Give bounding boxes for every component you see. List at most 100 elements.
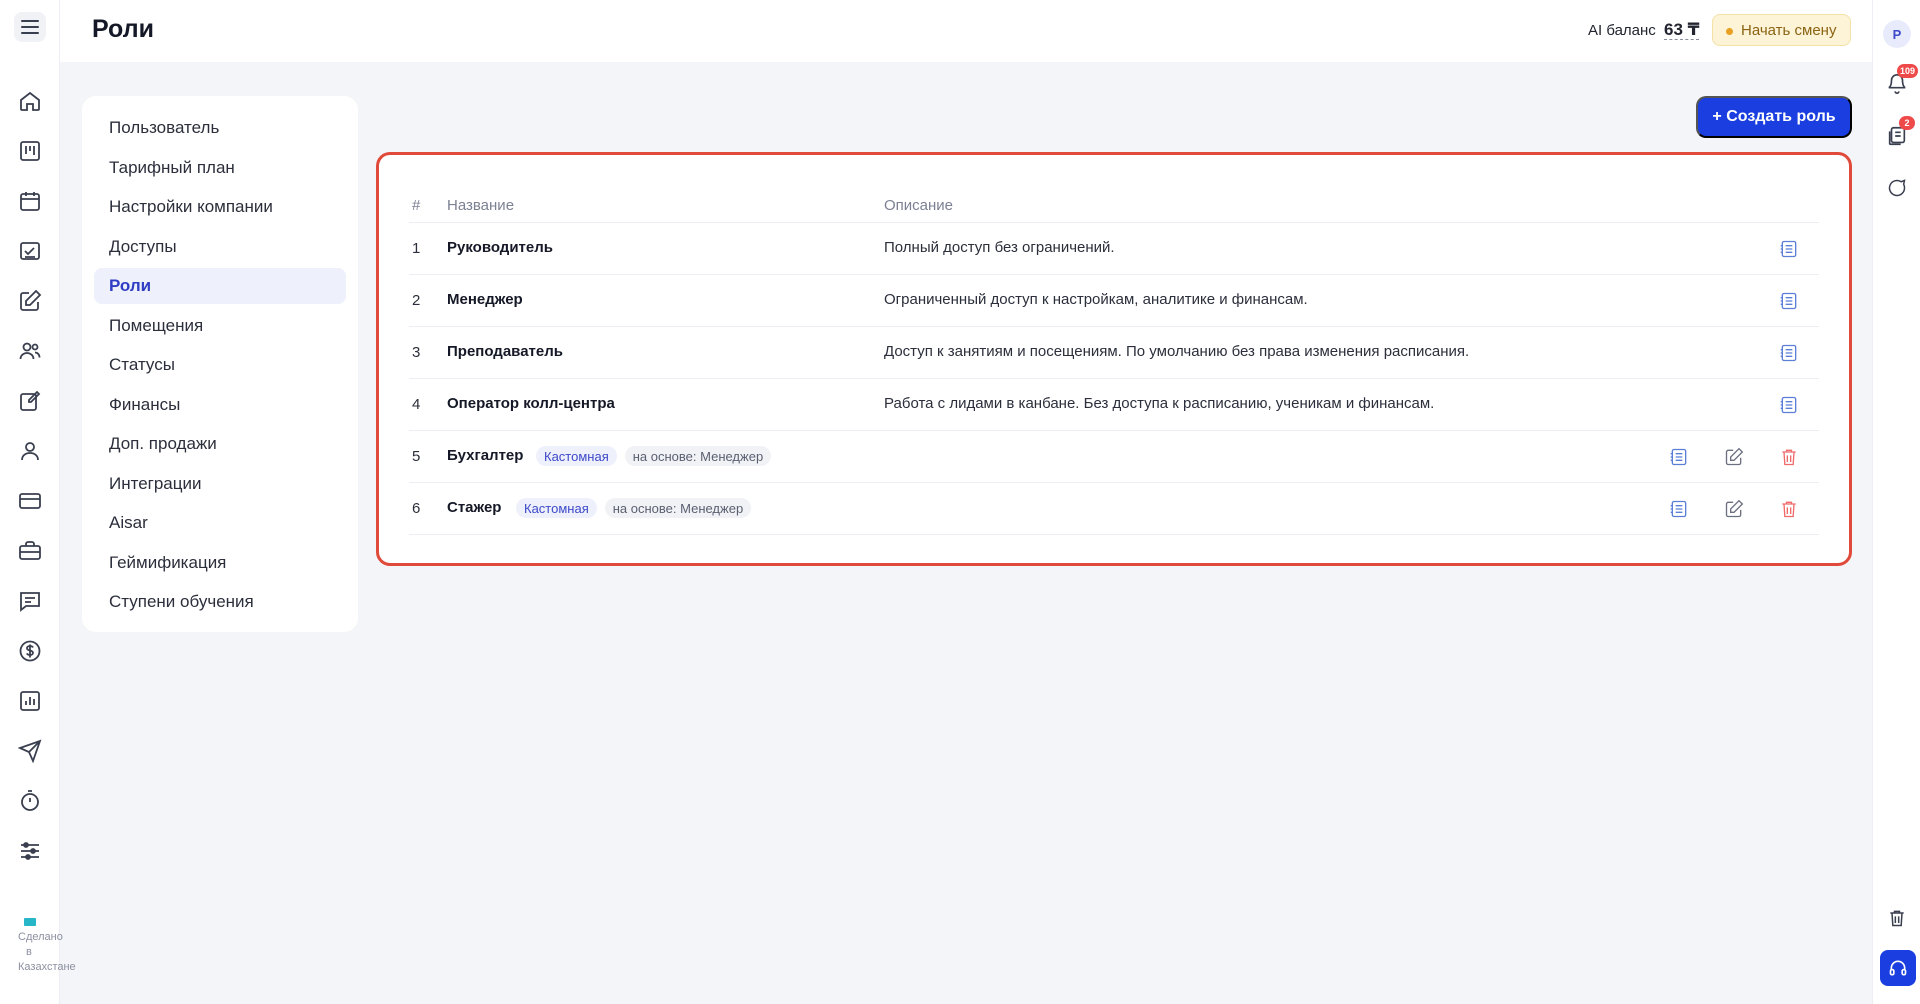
nav-tasks[interactable]: [15, 236, 45, 266]
create-role-button[interactable]: + Создать роль: [1696, 96, 1852, 138]
users-icon: [19, 342, 41, 360]
role-description: Полный доступ без ограничений.: [884, 239, 1115, 256]
nav-analytics[interactable]: [15, 686, 45, 716]
view-role-button[interactable]: [1777, 393, 1801, 417]
role-name: Преподаватель: [447, 343, 563, 360]
column-header-description: Описание: [884, 197, 954, 214]
start-shift-label: Начать смену: [1741, 21, 1837, 39]
bar-chart-icon: [20, 691, 40, 711]
home-icon: [20, 91, 40, 111]
column-header-number: #: [412, 197, 421, 214]
settings-item-integrations[interactable]: Интеграции: [94, 466, 346, 502]
settings-item-learning-levels[interactable]: Ступени обучения: [94, 584, 346, 620]
chat-button[interactable]: [1885, 176, 1909, 200]
ai-balance-value[interactable]: 63 ₸: [1663, 20, 1700, 40]
send-icon: [18, 739, 42, 763]
view-role-button[interactable]: [1777, 289, 1801, 313]
nav-mailing[interactable]: [15, 736, 45, 766]
row-number: 6: [412, 500, 421, 517]
start-shift-button[interactable]: Начать смену: [1712, 14, 1852, 46]
tasks-button[interactable]: 2: [1885, 116, 1915, 148]
list-view-icon: [1780, 292, 1797, 310]
nav-journal[interactable]: [15, 386, 45, 416]
settings-item-tariff[interactable]: Тарифный план: [94, 150, 346, 186]
app-root: Сделано в Казахстане Роли AI баланс 63 ₸…: [0, 0, 1920, 1004]
settings-item-company[interactable]: Настройки компании: [94, 189, 346, 225]
nav-timer[interactable]: [15, 786, 45, 816]
nav-profile[interactable]: [15, 436, 45, 466]
dollar-icon: [19, 640, 41, 662]
settings-menu: Пользователь Тарифный план Настройки ком…: [82, 96, 358, 632]
table-row: 4 Оператор колл-центра Работа с лидами в…: [409, 379, 1819, 431]
made-in-kazakhstan: Сделано в Казахстане: [18, 918, 88, 975]
support-button[interactable]: [1880, 950, 1916, 986]
nav-notes[interactable]: [15, 286, 45, 316]
list-view-icon: [1780, 396, 1797, 414]
left-nav-rail: Сделано в Казахстане: [0, 0, 76, 1004]
edit-role-button[interactable]: [1722, 497, 1746, 521]
trash-icon: [1782, 449, 1796, 466]
role-tags: Кастомная на основе: Менеджер: [516, 498, 752, 518]
role-description: Доступ к занятиям и посещениям. По умолч…: [884, 343, 1470, 360]
sliders-icon: [21, 842, 39, 860]
role-tags: Кастомная на основе: Менеджер: [536, 446, 772, 466]
calendar-icon: [20, 192, 40, 211]
credit-card-icon: [19, 493, 41, 509]
pencil-square-icon: [20, 390, 41, 411]
settings-item-extra-sales[interactable]: Доп. продажи: [94, 426, 346, 462]
table-row: 5 Бухгалтер Кастомная на основе: Менедже…: [409, 431, 1819, 483]
row-number: 2: [412, 292, 421, 309]
settings-item-aisar[interactable]: Aisar: [94, 505, 346, 541]
kazakhstan-flag-icon: [24, 918, 36, 926]
ai-balance-label: AI баланс: [1588, 22, 1656, 39]
delete-role-button[interactable]: [1777, 445, 1801, 469]
tasks-count-badge: 2: [1899, 116, 1915, 130]
nav-home[interactable]: [15, 86, 45, 116]
nav-finance[interactable]: [15, 636, 45, 666]
settings-item-statuses[interactable]: Статусы: [94, 347, 346, 383]
nav-settings[interactable]: [15, 836, 45, 866]
role-name: Оператор колл-центра: [447, 395, 615, 412]
settings-item-rooms[interactable]: Помещения: [94, 308, 346, 344]
settings-item-user[interactable]: Пользователь: [94, 110, 346, 146]
notifications-count-badge: 109: [1897, 64, 1919, 78]
row-number: 1: [412, 240, 421, 257]
table-row: 6 Стажер Кастомная на основе: Менеджер: [409, 483, 1819, 535]
page-title: Роли: [92, 15, 154, 43]
nav-groups[interactable]: [15, 336, 45, 366]
nav-payments[interactable]: [15, 486, 45, 516]
settings-item-finance[interactable]: Финансы: [94, 387, 346, 423]
kanban-icon: [20, 141, 40, 161]
avatar[interactable]: Р: [1883, 20, 1911, 48]
role-name: Стажер: [447, 499, 502, 516]
trash-icon: [1782, 501, 1796, 518]
trash-button[interactable]: [1885, 906, 1909, 930]
role-name: Бухгалтер: [447, 447, 524, 464]
hamburger-icon: [21, 20, 39, 34]
settings-item-gamification[interactable]: Геймификация: [94, 545, 346, 581]
notifications-button[interactable]: 109: [1885, 64, 1919, 96]
edit-role-button[interactable]: [1722, 445, 1746, 469]
row-number: 3: [412, 344, 421, 361]
view-role-button[interactable]: [1667, 445, 1691, 469]
view-role-button[interactable]: [1777, 341, 1801, 365]
nav-messages[interactable]: [15, 586, 45, 616]
menu-toggle-button[interactable]: [14, 12, 46, 42]
delete-role-button[interactable]: [1777, 497, 1801, 521]
view-role-button[interactable]: [1777, 237, 1801, 261]
made-in-line: Сделано: [18, 931, 63, 943]
user-icon: [21, 442, 39, 461]
role-name: Руководитель: [447, 239, 553, 256]
nav-calendar[interactable]: [15, 186, 45, 216]
settings-item-access[interactable]: Доступы: [94, 229, 346, 265]
settings-item-roles[interactable]: Роли: [94, 268, 346, 304]
nav-board[interactable]: [15, 136, 45, 166]
made-in-line: Казахстане: [18, 961, 76, 973]
table-row: 1 Руководитель Полный доступ без огранич…: [409, 223, 1819, 275]
stopwatch-icon: [21, 790, 39, 811]
list-view-icon: [1670, 500, 1687, 518]
view-role-button[interactable]: [1667, 497, 1691, 521]
table-header: # Название Описание: [409, 195, 1819, 223]
based-on-tag: на основе: Менеджер: [624, 446, 772, 466]
nav-briefcase[interactable]: [15, 536, 45, 566]
